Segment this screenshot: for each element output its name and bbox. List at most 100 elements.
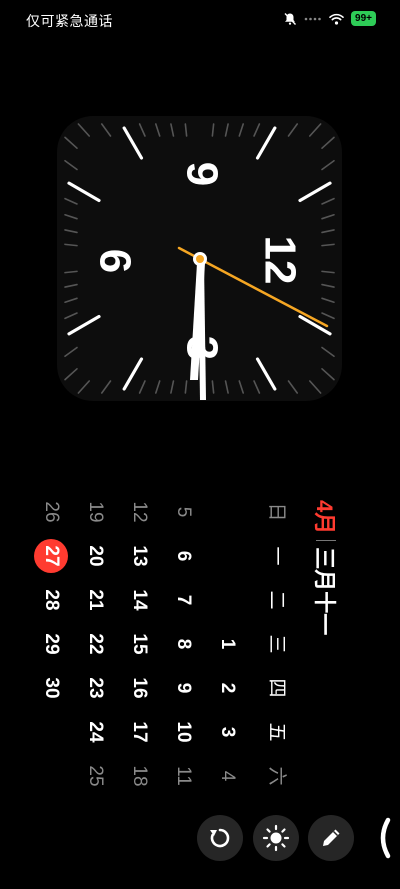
calendar-day[interactable]: 25 (84, 754, 106, 798)
minute-tick (138, 380, 146, 394)
calendar-week-row: 26 27 28 29 30 (29, 490, 73, 800)
hour-tick (122, 357, 144, 391)
numeral-9: 9 (177, 162, 226, 186)
hour-tick (298, 181, 332, 203)
minute-tick (238, 380, 245, 394)
minute-tick (77, 123, 91, 137)
calendar-day[interactable]: 19 (84, 490, 106, 534)
calendar-day[interactable]: 6 (172, 534, 194, 578)
minute-tick (64, 197, 78, 205)
calendar-day-number: 2 (217, 682, 238, 694)
calendar-day[interactable]: 15 (128, 622, 150, 666)
calendar-day[interactable]: 3 (216, 710, 238, 754)
calendar-widget[interactable]: 4月 三月十一 日 一 二 三 四 五 六 1 2 3 4 5 6 7 8 9 10 11 12 13 1… (34, 490, 344, 800)
calendar-day[interactable]: 22 (84, 622, 106, 666)
calendar-day[interactable]: 7 (172, 578, 194, 622)
calendar-day[interactable]: 29 (40, 622, 62, 666)
pencil-icon (323, 829, 340, 846)
minute-tick (321, 229, 335, 234)
status-icons: 99+ (283, 11, 376, 26)
calendar-week-row: 19 20 21 22 23 24 25 (73, 490, 117, 800)
calendar-day[interactable]: 11 (172, 754, 194, 798)
minute-tick (64, 213, 78, 220)
hour-tick (67, 181, 101, 203)
calendar-day-number: 14 (129, 589, 150, 611)
minute-tick (170, 123, 175, 137)
calendar-day-number: 20 (85, 545, 106, 567)
wifi-icon (329, 13, 344, 25)
calendar-day-number: 5 (173, 506, 194, 518)
calendar-day[interactable]: 17 (128, 710, 150, 754)
minute-tick (211, 123, 215, 137)
calendar-day[interactable]: 14 (128, 578, 150, 622)
calendar-day[interactable]: 20 (84, 534, 106, 578)
calendar-day[interactable]: 26 (40, 490, 62, 534)
calendar-day-number: 24 (85, 721, 106, 743)
calendar-day[interactable]: 9 (172, 666, 194, 710)
calendar-day[interactable]: 23 (84, 666, 106, 710)
calendar-day-number: 10 (173, 721, 194, 743)
edit-button[interactable] (308, 815, 354, 861)
minute-tick (154, 380, 161, 394)
minute-hand (198, 262, 206, 400)
calendar-day-number: 12 (129, 501, 150, 523)
minute-tick (321, 243, 335, 247)
minute-tick (321, 136, 335, 150)
minute-tick (64, 346, 78, 358)
calendar-day[interactable]: 24 (84, 710, 106, 754)
analog-clock: 12 3 6 9 (57, 116, 342, 401)
minute-tick (321, 213, 335, 220)
calendar-day[interactable]: 18 (128, 754, 150, 798)
calendar-day[interactable]: 10 (172, 710, 194, 754)
calendar-day[interactable]: 1 (216, 622, 238, 666)
calendar-day[interactable]: 5 (172, 490, 194, 534)
minute-tick (287, 380, 299, 394)
minute-tick (321, 367, 335, 381)
brightness-button[interactable] (253, 815, 299, 861)
calendar-day-number: 4 (217, 770, 238, 782)
minute-tick (138, 123, 146, 137)
minute-tick (64, 136, 78, 150)
hour-tick (67, 314, 101, 336)
weekday-label: 二 (266, 590, 287, 610)
hour-tick (122, 126, 144, 160)
minute-tick (64, 312, 78, 320)
minute-tick (64, 283, 78, 288)
calendar-day[interactable]: 16 (128, 666, 150, 710)
calendar-day-number: 3 (217, 726, 238, 738)
calendar-day-number: 9 (173, 682, 194, 694)
minute-tick (170, 380, 175, 394)
calendar-week-row: 1 2 3 4 (205, 490, 249, 800)
chevron-left-icon[interactable] (372, 816, 396, 860)
calendar-divider (316, 540, 336, 542)
minute-tick (64, 229, 78, 234)
calendar-day-number: 21 (85, 589, 106, 611)
calendar-header: 4月 三月十一 (308, 500, 344, 635)
calendar-day[interactable]: 8 (172, 622, 194, 666)
calendar-day-today[interactable]: 27 (34, 534, 68, 578)
minute-tick (253, 123, 261, 137)
calendar-day[interactable]: 4 (216, 754, 238, 798)
minute-tick (321, 283, 335, 288)
calendar-day[interactable]: 21 (84, 578, 106, 622)
weekday-label: 六 (266, 766, 287, 786)
calendar-day[interactable]: 28 (40, 578, 62, 622)
rotate-button[interactable] (197, 815, 243, 861)
calendar-day[interactable]: 2 (216, 666, 238, 710)
minute-tick (100, 380, 112, 394)
minute-tick (184, 380, 188, 394)
weekday-label: 五 (266, 722, 287, 742)
clock-svg: 12 3 6 9 (64, 123, 335, 400)
bell-muted-icon (284, 12, 297, 25)
calendar-day[interactable]: 30 (40, 666, 62, 710)
calendar-day-number: 29 (41, 633, 62, 655)
calendar-day-number: 15 (129, 633, 150, 655)
calendar-day[interactable]: 13 (128, 534, 150, 578)
weekday-label: 三 (266, 634, 287, 654)
hour-tick (255, 357, 277, 391)
signal-dots-icon (304, 17, 321, 20)
minute-tick (64, 243, 78, 247)
calendar-day[interactable]: 12 (128, 490, 150, 534)
calendar-day-number: 6 (173, 550, 194, 562)
calendar-week-row: 12 13 14 15 16 17 18 (117, 490, 161, 800)
